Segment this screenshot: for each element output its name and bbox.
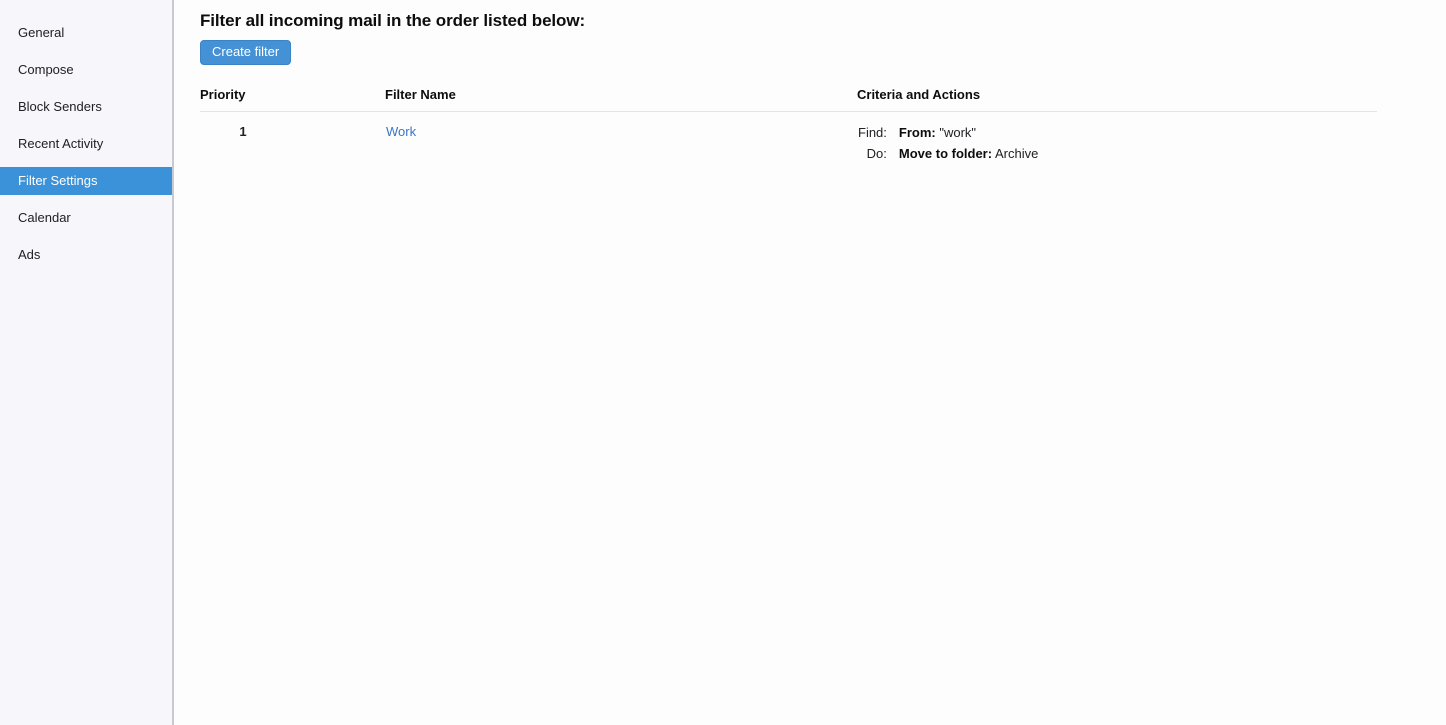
sidebar-item-filter-settings[interactable]: Filter Settings bbox=[0, 167, 172, 195]
settings-sidebar: General Compose Block Senders Recent Act… bbox=[0, 0, 174, 725]
sidebar-item-compose[interactable]: Compose bbox=[0, 56, 172, 84]
filters-table-header: Priority Filter Name Criteria and Action… bbox=[200, 87, 1377, 112]
column-header-priority: Priority bbox=[200, 87, 385, 112]
criteria-detail-table: Find: From: "work" Do: Move to folder: A… bbox=[858, 124, 1038, 166]
criteria-do-action: Move to folder: bbox=[898, 146, 993, 161]
criteria-find-value: From: "work" bbox=[899, 124, 1038, 145]
table-row: 1 Work Find: From: "work" Do: Move to fo… bbox=[200, 112, 1377, 168]
sidebar-item-recent-activity[interactable]: Recent Activity bbox=[0, 130, 172, 158]
table-header-row: Priority Filter Name Criteria and Action… bbox=[200, 87, 1377, 112]
filter-settings-panel: Filter all incoming mail in the order li… bbox=[174, 0, 1446, 725]
filter-criteria-cell: Find: From: "work" Do: Move to folder: A… bbox=[857, 112, 1377, 168]
criteria-find-query: "work" bbox=[939, 125, 977, 140]
criteria-find-row: Find: From: "work" bbox=[858, 124, 1038, 145]
filter-name-link[interactable]: Work bbox=[386, 124, 416, 139]
sidebar-item-calendar[interactable]: Calendar bbox=[0, 204, 172, 232]
filter-name-cell: Work bbox=[385, 112, 857, 168]
page-title: Filter all incoming mail in the order li… bbox=[200, 11, 586, 30]
column-header-criteria-and-actions: Criteria and Actions bbox=[857, 87, 1377, 112]
criteria-do-label: Do: bbox=[866, 146, 887, 161]
create-filter-button[interactable]: Create filter bbox=[200, 40, 292, 65]
sidebar-item-block-senders[interactable]: Block Senders bbox=[0, 93, 172, 121]
criteria-do-target: Archive bbox=[994, 146, 1039, 161]
criteria-find-label: Find: bbox=[858, 125, 887, 140]
criteria-find-field: From: bbox=[898, 125, 936, 140]
filters-table-body: 1 Work Find: From: "work" Do: Move to fo… bbox=[200, 112, 1377, 168]
filter-priority: 1 bbox=[239, 124, 247, 139]
settings-page: General Compose Block Senders Recent Act… bbox=[0, 0, 1446, 725]
sidebar-item-general[interactable]: General bbox=[0, 19, 172, 47]
criteria-do-value: Move to folder: Archive bbox=[899, 145, 1038, 166]
column-header-filter-name: Filter Name bbox=[385, 87, 857, 112]
sidebar-item-ads[interactable]: Ads bbox=[0, 241, 172, 269]
criteria-do-row: Do: Move to folder: Archive bbox=[858, 145, 1039, 166]
filters-table: Priority Filter Name Criteria and Action… bbox=[200, 87, 1377, 167]
